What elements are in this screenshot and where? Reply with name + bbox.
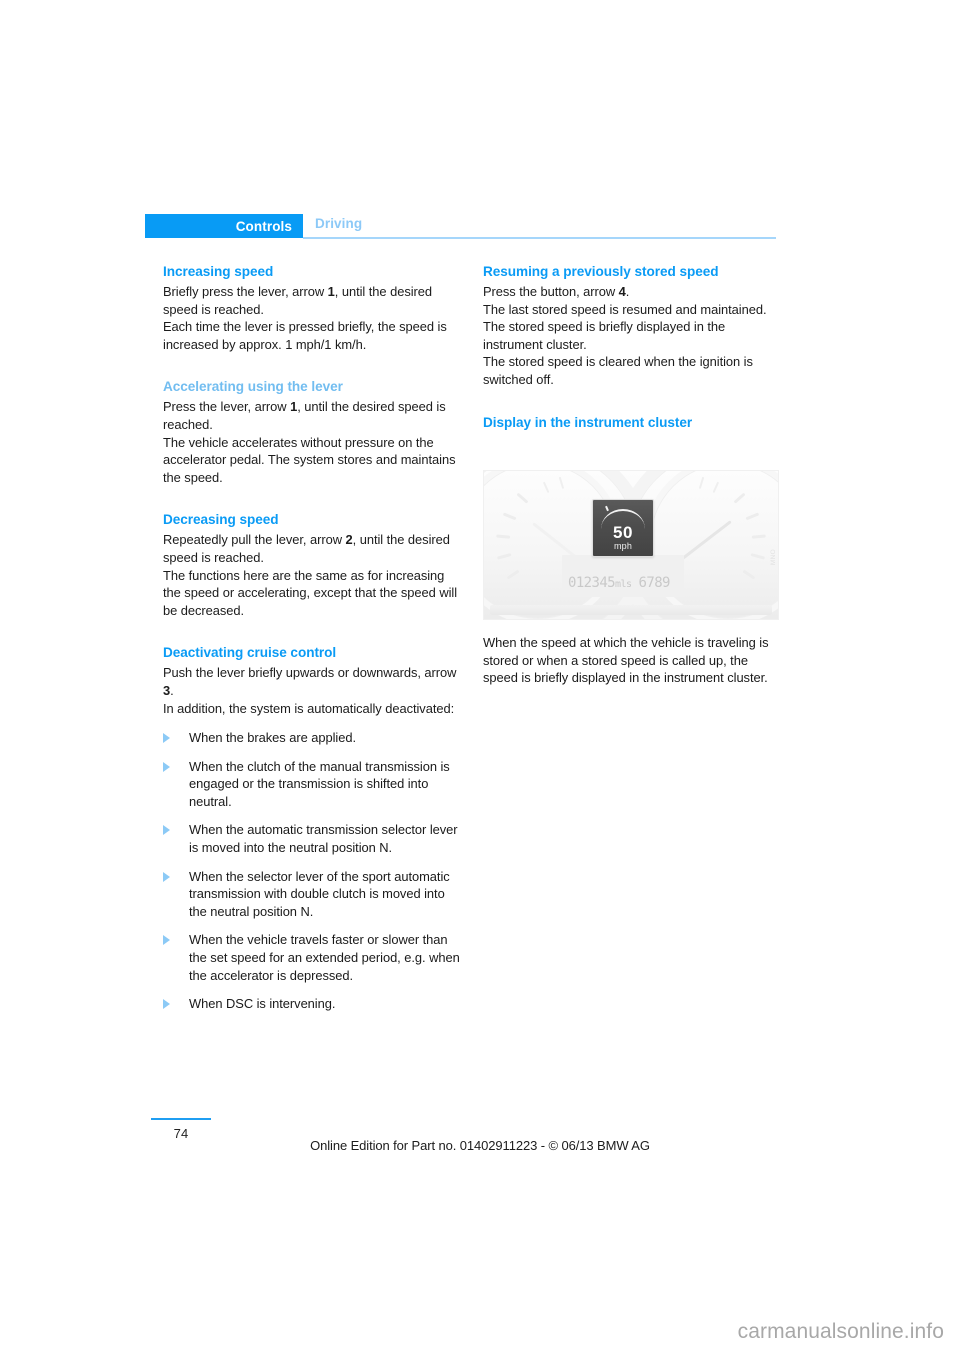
heading-display-instrument-cluster: Display in the instrument cluster [483,414,693,430]
list-item: When the clutch of the manual transmissi… [163,758,460,811]
instrument-cluster-figure: 50 mph 012345mls 6789 MNO [483,470,779,620]
list-item-label: When the automatic transmission selector… [189,822,458,856]
triangle-bullet-icon [163,935,170,946]
header-chapter-label: Controls [235,218,292,234]
odometer-unit: mls [614,579,632,590]
heading-deactivating-cruise-control: Deactivating cruise control [163,645,337,661]
right-column: Resuming a previously stored speed Press… [483,262,779,434]
triangle-bullet-icon [163,733,170,744]
list-item: When DSC is intervening. [163,995,460,1013]
triangle-bullet-icon [163,871,170,882]
text-resuming-1c: . [625,284,630,299]
header-chapter-tab: Controls [145,214,303,238]
heading-decreasing-speed: Decreasing speed [163,512,279,528]
arrow-ref-4: 4 [618,284,626,299]
instrument-cluster-illustration: 50 mph 012345mls 6789 MNO [484,471,778,619]
footer-rule [151,1118,211,1121]
list-item: When the selector lever of the sport aut… [163,868,460,921]
list-item-label: When the vehicle travels faster or slowe… [189,932,460,983]
paragraph-accelerating-2: The vehicle accelerates without pressure… [163,434,456,485]
header-section-label: Driving [315,216,363,231]
cruise-setpoint-marker-icon [605,505,609,512]
paragraph-decreasing-1: Repeatedly pull the lever, arrow 2, unti… [163,531,460,566]
header-rule [303,237,776,239]
displayed-speed-unit: mph [613,541,633,551]
paragraph-deactivating-2: In addition, the system is automatically… [163,700,455,716]
odometer-value: 012345 [568,575,616,591]
list-item: When the automatic transmission selector… [163,821,460,856]
cluster-housing-base [490,605,772,615]
arrow-ref-2: 2 [345,532,353,548]
text-accelerating-1a: Press the lever, arrow [163,399,291,415]
displayed-speed-value: 50 [613,523,633,542]
text-resuming-1a: Press the button, arrow [483,284,619,299]
paragraph-resuming-4: The stored speed is cleared when the ign… [483,354,753,387]
figure-source-code: MNO [770,549,777,566]
figure-caption: When the speed at which the vehicle is t… [483,635,769,686]
list-item: When the vehicle travels faster or slowe… [163,931,460,984]
trip-meter-value: 6789 [638,575,671,591]
triangle-bullet-icon [163,999,170,1010]
paragraph-resuming-2: The last stored speed is resumed and mai… [483,301,767,317]
paragraph-decreasing-2: The functions here are the same as for i… [163,567,458,618]
odometer-readout: 012345mls 6789 [568,574,684,592]
triangle-bullet-icon [163,825,170,836]
list-item-label: When DSC is intervening. [189,996,336,1012]
text-deactivating-1a: Push the lever briefly upwards or downwa… [163,665,457,681]
list-item: When the brakes are applied. [163,729,460,747]
text-increasing-1a: Briefly press the lever, arrow [163,284,328,299]
info-display-screen: 50 mph [592,499,654,557]
list-item-label: When the brakes are applied. [189,730,356,746]
left-column: Increasing speed Briefly press the lever… [163,262,460,1013]
heading-resuming-stored-speed: Resuming a previously stored speed [483,264,719,279]
text-decreasing-1a: Repeatedly pull the lever, arrow [163,532,346,548]
heading-accelerating-using-lever: Accelerating using the lever [163,379,343,395]
paragraph-increasing-2: Each time the lever is pressed briefly, … [163,319,447,352]
triangle-bullet-icon [163,761,170,772]
edition-notice: Online Edition for Part no. 01402911223 … [310,1138,650,1153]
running-header: Controls Driving [145,214,776,240]
paragraph-resuming-3: The stored speed is briefly displayed in… [483,319,726,352]
list-item-label: When the clutch of the manual transmissi… [189,758,450,809]
paragraph-resuming-1: Press the button, arrow 4. [483,283,779,301]
paragraph-deactivating-1: Push the lever briefly upwards or downwa… [163,664,460,699]
deactivation-conditions-list: When the brakes are applied. When the cl… [163,729,460,1013]
text-deactivating-1c: . [170,682,174,698]
heading-increasing-speed: Increasing speed [163,264,274,279]
paragraph-accelerating-1: Press the lever, arrow 1, until the desi… [163,398,460,433]
arrow-ref-1: 1 [327,284,335,299]
manual-page: Controls Driving Increasing speed Briefl… [0,0,960,1358]
site-watermark: carmanualsonline.info [737,1320,944,1343]
list-item-label: When the selector lever of the sport aut… [189,868,450,919]
paragraph-increasing-1: Briefly press the lever, arrow 1, until … [163,283,460,318]
